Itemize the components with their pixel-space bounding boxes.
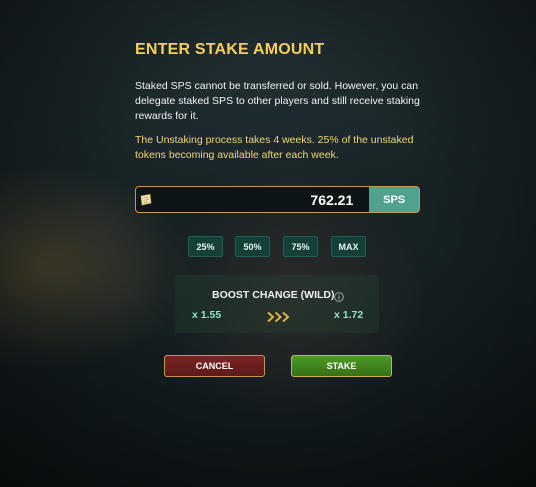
stake-amount-input[interactable]	[155, 187, 370, 212]
modal-title: ENTER STAKE AMOUNT	[135, 41, 325, 58]
stake-description: Staked SPS cannot be transferred or sold…	[135, 80, 420, 122]
stake-modal: ENTER STAKE AMOUNT Staked SPS cannot be …	[0, 0, 536, 487]
boost-new-multiplier: x 1.72	[334, 309, 364, 321]
unstaking-warning: The Unstaking process takes 4 weeks. 25%…	[135, 134, 414, 161]
token-unit-label: SPS	[369, 187, 419, 212]
boost-change-title: BOOST CHANGE (WILD)	[212, 289, 335, 301]
stake-button[interactable]: STAKE	[291, 355, 392, 377]
cancel-button[interactable]: CANCEL	[164, 355, 265, 377]
info-icon[interactable]	[334, 289, 344, 302]
percent-50-button[interactable]: 50%	[235, 236, 270, 257]
sps-token-icon	[136, 187, 155, 212]
boost-change-panel	[175, 275, 379, 333]
boost-current-multiplier: x 1.55	[192, 309, 222, 321]
stake-amount-field[interactable]: SPS	[135, 186, 420, 213]
percent-75-button[interactable]: 75%	[283, 236, 318, 257]
percent-max-button[interactable]: MAX	[331, 236, 366, 257]
percent-25-button[interactable]: 25%	[188, 236, 223, 257]
triple-chevron-right-icon	[267, 310, 291, 323]
